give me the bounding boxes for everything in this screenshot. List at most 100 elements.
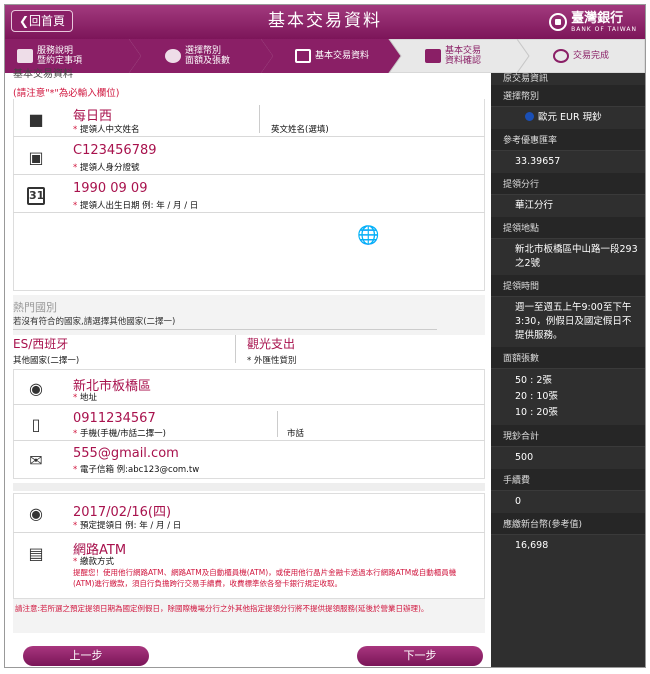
form-area: 基本交易資料 (請注意"*"為必輸入欄位) ■ 每日西 * 提領人中文姓名 英文…	[13, 69, 485, 667]
bank-name: 臺灣銀行	[571, 10, 624, 26]
step-2-label: 選擇幣別 面額及張數	[185, 46, 231, 66]
progress-steps: 服務說明 暨約定事項 選擇幣別 面額及張數 基本交易資料 基本交易 資料確認 交…	[5, 39, 645, 73]
confirm-device-icon	[425, 49, 441, 63]
fee-value: 0	[515, 496, 522, 507]
address-row: ◉ 新北市板橋區 * 地址	[13, 371, 485, 405]
step-2: 選擇幣別 面額及張數	[165, 39, 230, 73]
country-value[interactable]: ES/西班牙	[13, 335, 213, 352]
terms-grid-icon	[17, 49, 33, 63]
country-label: 其他國家(二擇一)	[13, 356, 80, 366]
purpose-label: * 外匯性質別	[247, 356, 297, 366]
globe-icon: ◉	[29, 504, 43, 523]
sidebar-title: 原交易資訊	[503, 74, 549, 84]
hours-value: 週一至週五上午9:00至下午3:30，例假日及國定假日不提供服務。	[515, 302, 632, 341]
mobile-input[interactable]: 0911234567	[73, 411, 156, 426]
twd-value: 16,698	[515, 540, 549, 551]
purpose-value[interactable]: 觀光支出	[247, 335, 447, 352]
denomination-list: 50 : 2張 20 : 10張 10 : 20張	[491, 369, 645, 425]
atm-card-icon: ▤	[28, 544, 44, 563]
section-gap	[13, 483, 485, 491]
edit-form-icon	[295, 49, 311, 63]
footer-note-bg: 請注意:若所選之預定提領日期為國定例假日，除國際機場分行之外其他指定提領分行將不…	[13, 599, 485, 633]
step-3: 基本交易資料	[295, 39, 369, 73]
divider	[259, 105, 260, 133]
phone-row: ▯ 0911234567 * 手機(手機/市話二擇一) 市話	[13, 407, 485, 441]
english-name-label: 英文姓名(選填)	[271, 125, 329, 135]
payment-label: * 繳款方式	[73, 557, 114, 567]
purpose-field[interactable]: 觀光支出 * 外匯性質別	[247, 335, 447, 367]
pickup-date-label: * 預定提領日 例: 年 / 月 / 日	[73, 521, 182, 531]
divider	[277, 411, 278, 437]
denomination-item: 10 : 20張	[515, 407, 558, 418]
country-field[interactable]: ES/西班牙 其他國家(二擇一)	[13, 335, 213, 367]
location-value: 新北市板橋區中山路一段293之2號	[515, 244, 638, 269]
birth-day[interactable]: 09	[131, 181, 148, 196]
mobile-label: * 手機(手機/市話二擇一)	[73, 429, 166, 439]
section-title: 基本交易資料	[13, 69, 73, 80]
step-5: 交易完成	[553, 39, 609, 73]
mobile-phone-icon: ▯	[31, 415, 41, 434]
denomination-label: 面額張數	[491, 347, 645, 369]
step-4: 基本交易 資料確認	[425, 39, 481, 73]
hot-country-title: 熱門國別	[13, 301, 57, 314]
landline-input[interactable]	[287, 411, 467, 425]
step-1-label: 服務說明 暨約定事項	[37, 46, 83, 66]
payment-warning: 提醒您！使用他行網路ATM、網路ATM及自動櫃員機(ATM)，或使用他行晶片金融…	[73, 568, 457, 588]
chinese-name-label: * 提領人中文姓名	[73, 125, 140, 135]
footer-note: 請注意:若所選之預定提領日期為國定例假日，除國際機場分行之外其他指定提領分行將不…	[15, 604, 429, 613]
divider	[235, 335, 236, 363]
birth-year[interactable]: 1990	[73, 181, 106, 196]
birth-label: * 提領人出生日期 例: 年 / 月 / 日	[73, 201, 199, 211]
required-note: (請注意"*"為必輸入欄位)	[13, 88, 120, 99]
fee-label: 手續費	[491, 469, 645, 491]
user-icon: ■	[28, 110, 44, 129]
name-row: ■ 每日西 * 提領人中文姓名 英文姓名(選填)	[13, 101, 485, 137]
total-value: 500	[515, 452, 534, 463]
step-5-label: 交易完成	[573, 51, 610, 61]
pickup-date-input[interactable]: 2017/02/16(四)	[73, 501, 171, 520]
id-number-input[interactable]: C123456789	[73, 143, 157, 158]
payment-row: ▤ 網路ATM * 繳款方式 提醒您！使用他行網路ATM、網路ATM及自動櫃員機…	[13, 535, 485, 599]
twd-label: 應繳新台幣(參考值)	[491, 513, 645, 535]
top-bar: 基本交易資料 ❮回首頁 臺灣銀行 BANK OF TAIWAN	[5, 5, 645, 39]
id-label: * 提領人身分證號	[73, 163, 140, 173]
email-label: * 電子信箱 例:abc123@com.tw	[73, 465, 200, 475]
home-button[interactable]: ❮回首頁	[11, 10, 73, 32]
email-row: ✉ 555@gmail.com * 電子信箱 例:abc123@com.tw	[13, 443, 485, 477]
envelope-icon: ✉	[29, 451, 43, 470]
id-card-icon: ▣	[28, 148, 44, 167]
bank-name-en: BANK OF TAIWAN	[571, 25, 637, 33]
transaction-summary-sidebar: 原交易資訊 選擇幣別 歐元 EUR 現鈔 參考優惠匯率 33.39657 提領分…	[491, 73, 645, 667]
eu-flag-icon	[525, 112, 534, 121]
chinese-name-input[interactable]: 每日西	[73, 105, 112, 124]
rate-label: 參考優惠匯率	[491, 129, 645, 151]
globe-location-icon: 🌐	[357, 225, 380, 246]
hours-label: 提領時間	[491, 275, 645, 297]
email-input[interactable]: 555@gmail.com	[73, 446, 179, 461]
next-step-button[interactable]: 下一步	[357, 646, 483, 666]
birth-month[interactable]: 09	[110, 181, 127, 196]
denomination-item: 20 : 10張	[515, 391, 558, 402]
map-pin-icon: ◉	[29, 379, 43, 398]
bank-seal-icon	[549, 13, 568, 31]
denomination-item: 50 : 2張	[515, 375, 552, 386]
app-window: 基本交易資料 ❮回首頁 臺灣銀行 BANK OF TAIWAN 服務說明 暨約定…	[4, 4, 646, 668]
rate-value: 33.39657	[515, 156, 561, 167]
birth-date-input[interactable]: 1990 09 09	[73, 181, 147, 196]
hot-country-note: 若沒有符合的國家,請選擇其他國家(二擇一)	[13, 317, 176, 327]
step-3-label: 基本交易資料	[315, 51, 370, 61]
calendar-icon: 31	[27, 187, 45, 205]
currency-value: 歐元 EUR 現鈔	[491, 107, 645, 129]
english-name-input[interactable]	[271, 105, 471, 121]
location-label: 提領地點	[491, 217, 645, 239]
branch-label: 提領分行	[491, 173, 645, 195]
check-circle-icon	[553, 49, 569, 63]
birth-row: 31 1990 09 09 * 提領人出生日期 例: 年 / 月 / 日	[13, 177, 485, 213]
step-4-label: 基本交易 資料確認	[445, 46, 482, 66]
branch-value: 華江分行	[515, 200, 554, 211]
pickup-date-row: ◉ 2017/02/16(四) * 預定提領日 例: 年 / 月 / 日	[13, 495, 485, 533]
bank-logo: 臺灣銀行 BANK OF TAIWAN	[549, 9, 637, 35]
prev-step-button[interactable]: 上一步	[23, 646, 149, 666]
landline-label: 市話	[287, 429, 305, 439]
total-label: 現鈔合計	[491, 425, 645, 447]
